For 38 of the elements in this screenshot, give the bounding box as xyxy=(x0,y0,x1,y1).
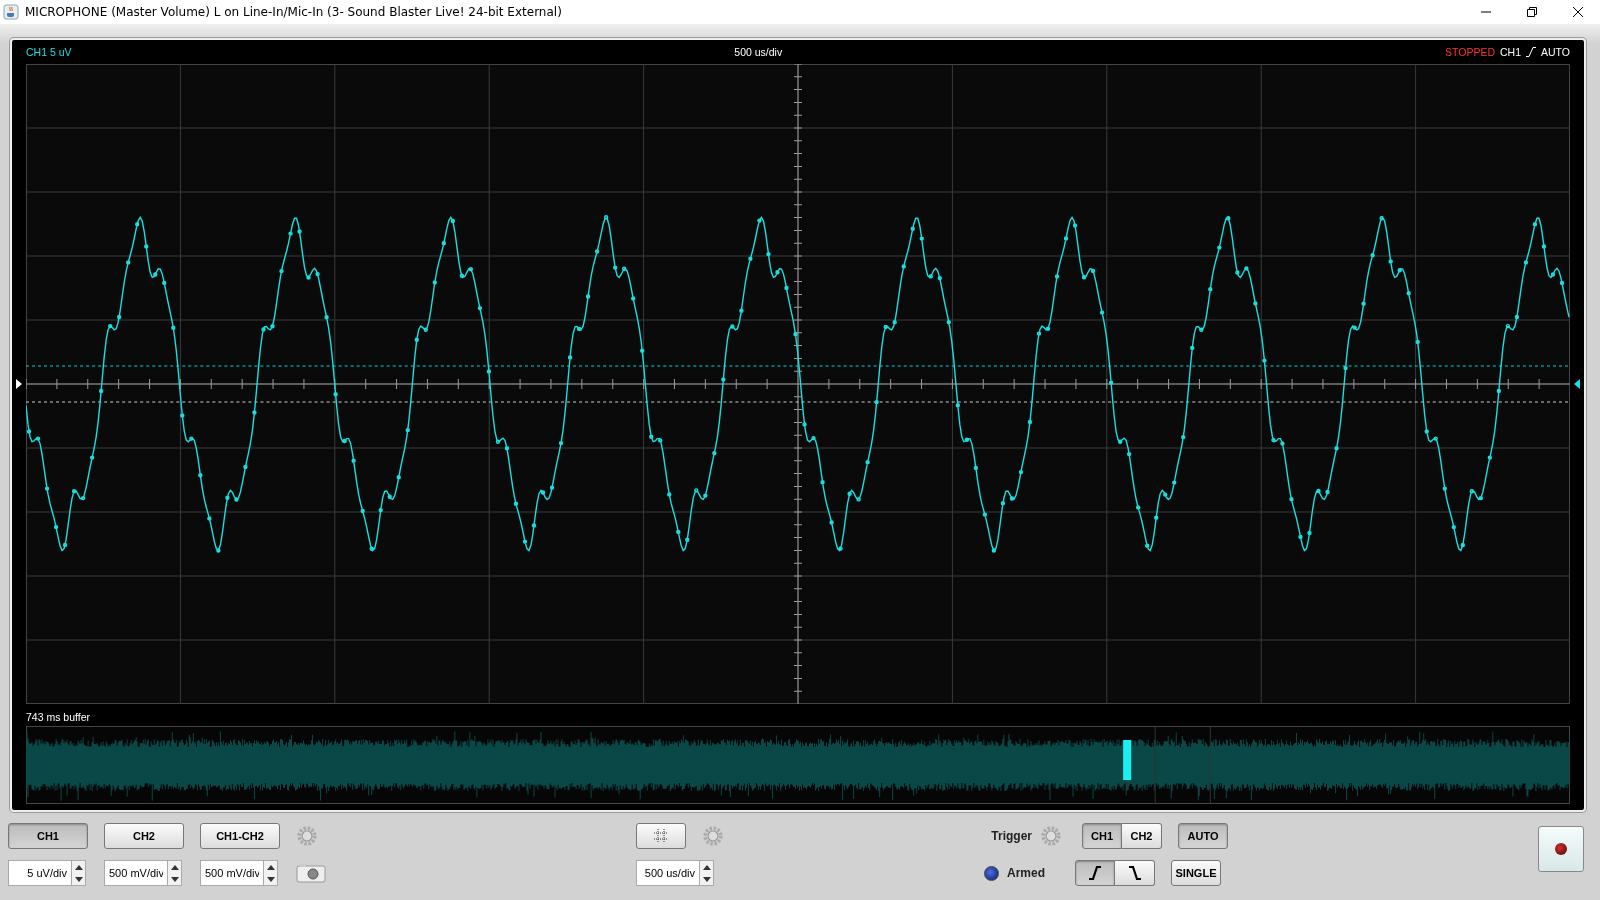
spinner-arrows[interactable] xyxy=(168,860,182,886)
trigger-source-button[interactable]: CH2 xyxy=(1122,823,1162,849)
time-per-div-field[interactable]: 500 us/div xyxy=(636,860,700,886)
close-icon[interactable] xyxy=(1572,6,1584,18)
trigger-mode-button[interactable]: AUTO xyxy=(1178,823,1228,849)
trigger-position-marker[interactable] xyxy=(1574,379,1580,389)
channel-scale-label: CH1 5 uV xyxy=(26,46,72,58)
volts-per-div-field[interactable]: 5 uV/div xyxy=(8,860,72,886)
channel-button[interactable]: CH2 xyxy=(104,823,184,849)
status-label: STOPPED xyxy=(1445,46,1495,58)
record-button[interactable] xyxy=(1538,826,1584,872)
trigger-level-marker[interactable] xyxy=(16,379,22,389)
channel-button[interactable]: CH1-CH2 xyxy=(200,823,280,849)
cup-icon xyxy=(3,4,19,20)
trigger-mode-label: AUTO xyxy=(1541,46,1570,58)
record-icon xyxy=(1555,843,1567,855)
window-title: MICROPHONE (Master Volume) L on Line-In/Mic-In (3- Sound Blaster Live! 24-bit External) xyxy=(25,5,562,19)
rising-edge-icon xyxy=(1526,47,1536,57)
trigger-source-button[interactable]: CH1 xyxy=(1082,823,1122,849)
camera-icon[interactable] xyxy=(296,863,326,883)
trigger-label: Trigger xyxy=(990,829,1032,843)
grid-toggle-button[interactable] xyxy=(636,823,686,849)
slope-button[interactable] xyxy=(1075,860,1115,886)
restore-icon[interactable] xyxy=(1526,6,1538,18)
rising-edge-icon xyxy=(1087,865,1103,881)
armed-label: Armed xyxy=(1007,866,1046,880)
falling-edge-icon xyxy=(1126,865,1143,881)
timebase-label: 500 us/div xyxy=(734,46,783,58)
slope-button[interactable] xyxy=(1115,860,1155,886)
spinner-arrows[interactable] xyxy=(72,860,86,886)
trigger-mode-button[interactable]: SINGLE xyxy=(1171,860,1221,886)
grid-icon xyxy=(653,828,669,844)
buffer-label: 743 ms buffer xyxy=(26,710,91,725)
spinner-arrows[interactable] xyxy=(700,860,714,886)
spinner-arrows[interactable] xyxy=(264,860,278,886)
view-window-marker[interactable] xyxy=(1123,740,1132,780)
channel-button[interactable]: CH1 xyxy=(8,823,88,849)
trigger-channel-label: CH1 xyxy=(1500,46,1521,58)
